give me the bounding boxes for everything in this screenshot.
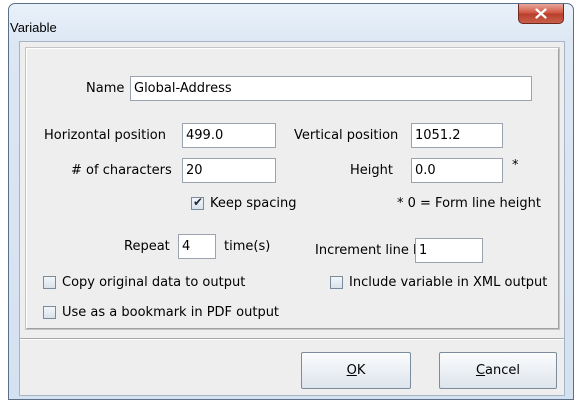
- window-title: Variable: [10, 20, 57, 35]
- keep-spacing-label: Keep spacing: [210, 196, 297, 211]
- height-label: Height: [350, 163, 393, 178]
- include-xml-label: Include variable in XML output: [349, 275, 548, 290]
- form-line-note: * 0 = Form line height: [397, 196, 541, 211]
- cancel-button[interactable]: Cancel: [439, 352, 557, 389]
- ok-label: OK: [346, 363, 366, 378]
- button-separator: [20, 338, 564, 340]
- dialog-content: Name Global-Address Horizontal position …: [19, 41, 565, 396]
- close-icon: [535, 8, 547, 19]
- settings-panel: Name Global-Address Horizontal position …: [25, 47, 560, 330]
- vertical-position-input[interactable]: 1051.2: [411, 123, 503, 148]
- horizontal-position-label: Horizontal position: [44, 128, 167, 143]
- horizontal-position-input[interactable]: 499.0: [182, 123, 276, 148]
- title-bar: Variable: [9, 4, 573, 36]
- bookmark-pdf-label: Use as a bookmark in PDF output: [62, 305, 280, 320]
- copy-original-label: Copy original data to output: [62, 275, 246, 290]
- bookmark-pdf-checkbox[interactable]: [43, 306, 56, 319]
- name-input[interactable]: Global-Address: [130, 76, 532, 101]
- name-label: Name: [86, 81, 125, 96]
- num-characters-label: # of characters: [71, 163, 172, 178]
- height-asterisk: *: [512, 158, 519, 173]
- repeat-label: Repeat: [124, 239, 170, 254]
- variable-dialog: Variable Name Global-Address Horizontal …: [8, 3, 574, 400]
- close-button[interactable]: [518, 4, 564, 24]
- num-characters-input[interactable]: 20: [182, 158, 276, 183]
- increment-line-label: Increment line by: [315, 243, 429, 258]
- repeat-suffix: time(s): [224, 239, 271, 254]
- vertical-position-label: Vertical position: [294, 128, 399, 143]
- ok-button[interactable]: OK: [301, 352, 411, 389]
- increment-line-input[interactable]: 1: [415, 238, 483, 263]
- copy-original-checkbox[interactable]: [43, 276, 56, 289]
- keep-spacing-checkbox[interactable]: ✔: [191, 195, 204, 210]
- checkmark-icon: ✔: [192, 195, 204, 209]
- cancel-label: Cancel: [475, 363, 521, 378]
- height-input[interactable]: 0.0: [411, 158, 503, 183]
- repeat-input[interactable]: 4: [178, 234, 216, 259]
- include-xml-checkbox[interactable]: [330, 276, 343, 289]
